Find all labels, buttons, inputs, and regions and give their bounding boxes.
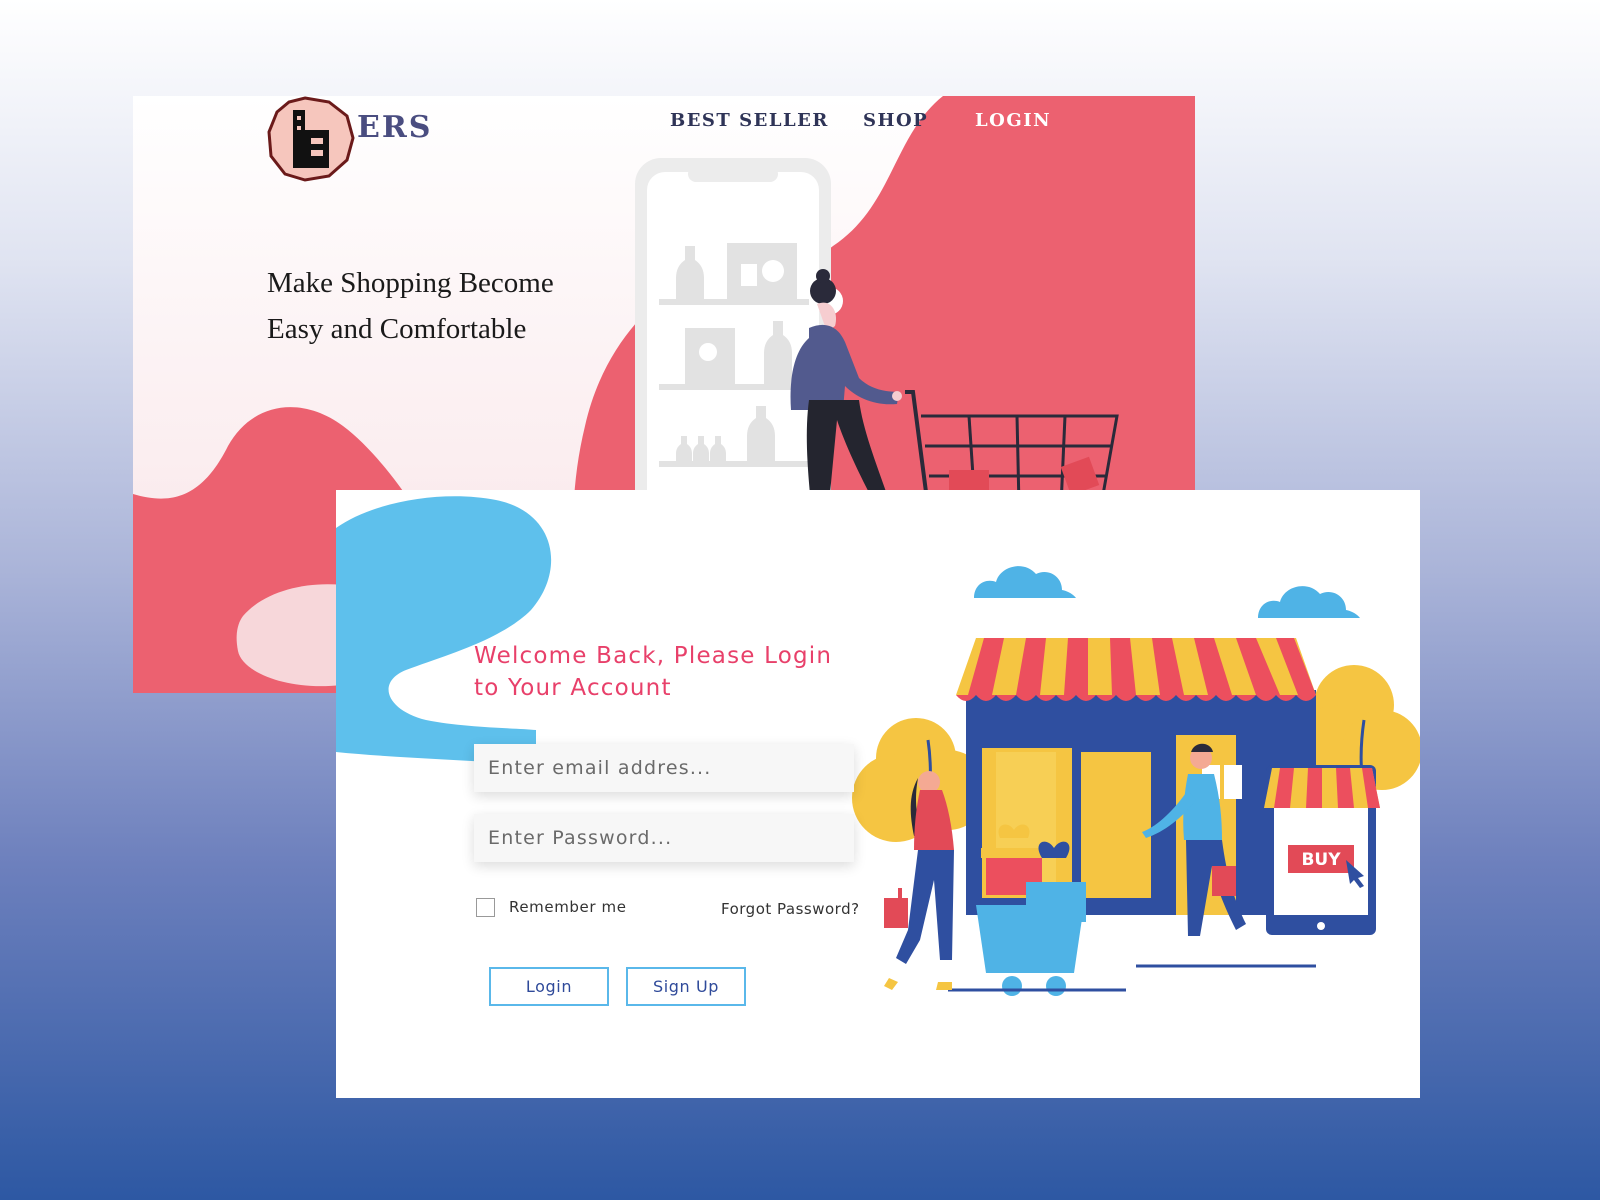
nav-shop[interactable]: SHOP (863, 110, 928, 131)
forgot-password-link[interactable]: Forgot Password? (721, 900, 860, 918)
remember-me-label: Remember me (509, 898, 627, 916)
hero-title-line-2: Easy and Comfortable (267, 313, 527, 345)
cloud-icon (972, 566, 1360, 618)
email-input[interactable] (474, 744, 854, 792)
hero-title-line-1: Make Shopping Become (267, 267, 554, 299)
login-button[interactable]: Login (489, 967, 609, 1006)
brand-logo-icon[interactable] (267, 96, 357, 182)
buy-sign-text: BUY (1301, 850, 1341, 870)
nav-best-seller[interactable]: BEST SELLER (670, 110, 829, 131)
login-background-art (336, 496, 1420, 996)
remember-me-checkbox[interactable] (476, 898, 495, 917)
login-page-card: Welcome Back, Please Login to Your Accou… (336, 490, 1420, 1098)
brand-name: ERS (357, 110, 433, 145)
welcome-line-2: to Your Account (474, 675, 672, 701)
welcome-line-1: Welcome Back, Please Login (474, 643, 833, 669)
password-input[interactable] (474, 814, 854, 862)
nav-login[interactable]: LOGIN (975, 110, 1051, 131)
sign-up-button[interactable]: Sign Up (626, 967, 746, 1006)
welcome-heading: Welcome Back, Please Login to Your Accou… (474, 640, 874, 704)
hero-title: Make Shopping Become Easy and Comfortabl… (267, 260, 607, 352)
